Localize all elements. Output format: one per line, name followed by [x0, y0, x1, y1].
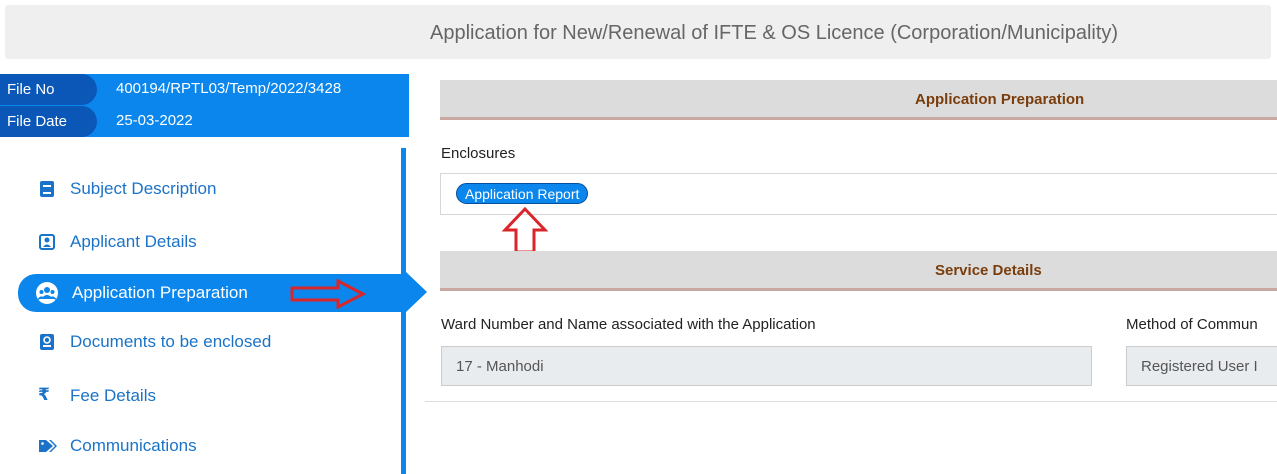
document-icon — [38, 333, 56, 351]
annotation-right-arrow — [290, 279, 366, 309]
enclosures-box: Application Report — [440, 173, 1277, 215]
file-no-row: File No 400194/RPTL03/Temp/2022/3428 — [0, 74, 409, 105]
method-field[interactable]: Registered User I — [1126, 346, 1277, 386]
rupee-icon: ₹ — [38, 385, 50, 404]
sidebar-item-applicant-details[interactable]: Applicant Details — [20, 224, 400, 260]
user-group-icon — [34, 281, 60, 305]
sidebar-nav: Subject Description Applicant Details Ap… — [0, 148, 408, 474]
sidebar-item-communications[interactable]: Communications — [20, 428, 400, 464]
section-title: Service Details — [935, 262, 1042, 279]
method-value: Registered User I — [1141, 358, 1258, 375]
sidebar-item-label: Fee Details — [70, 386, 156, 405]
application-preparation-header: Application Preparation — [440, 80, 1277, 120]
ward-value: 17 - Manhodi — [456, 358, 544, 375]
page-title: Application for New/Renewal of IFTE & OS… — [430, 22, 1119, 44]
sidebar-item-documents[interactable]: Documents to be enclosed — [20, 324, 400, 360]
ward-label: Ward Number and Name associated with the… — [441, 316, 816, 333]
tag-icon — [38, 437, 57, 455]
sidebar-item-fee-details[interactable]: ₹ Fee Details — [20, 378, 400, 414]
book-icon — [38, 180, 56, 198]
file-no-value: 400194/RPTL03/Temp/2022/3428 — [116, 80, 342, 97]
file-no-label: File No — [0, 74, 97, 105]
id-card-icon — [38, 233, 56, 251]
sidebar-item-label: Communications — [70, 436, 197, 455]
active-item-pointer — [405, 271, 427, 313]
ward-field[interactable]: 17 - Manhodi — [441, 346, 1092, 386]
service-details-header: Service Details — [440, 251, 1277, 291]
file-date-row: File Date 25-03-2022 — [0, 106, 409, 137]
file-info-panel: File No 400194/RPTL03/Temp/2022/3428 Fil… — [0, 74, 409, 137]
sidebar-item-label: Documents to be enclosed — [70, 332, 272, 351]
method-label: Method of Commun — [1126, 316, 1258, 333]
title-bar: Application for New/Renewal of IFTE & OS… — [5, 5, 1271, 59]
sidebar-item-label: Application Preparation — [72, 283, 248, 302]
file-date-value: 25-03-2022 — [116, 112, 193, 129]
sidebar-item-label: Subject Description — [70, 179, 217, 198]
application-report-link[interactable]: Application Report — [456, 183, 589, 204]
enclosures-label: Enclosures — [441, 145, 516, 162]
sidebar-item-label: Applicant Details — [70, 232, 197, 251]
divider — [425, 401, 1277, 402]
section-title: Application Preparation — [915, 91, 1085, 108]
sidebar-item-subject-description[interactable]: Subject Description — [20, 171, 400, 207]
annotation-up-arrow — [502, 207, 548, 255]
file-date-label: File Date — [0, 106, 97, 137]
